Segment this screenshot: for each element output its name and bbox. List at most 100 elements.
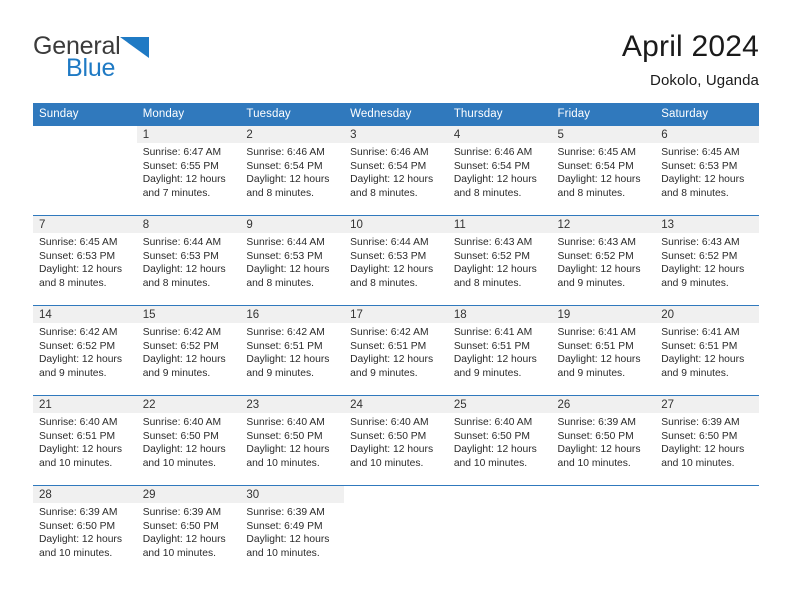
calendar-day-cell[interactable]: 12 Sunrise: 6:43 AM Sunset: 6:52 PM Dayligh… <box>551 215 656 306</box>
day-number: 4 <box>447 126 552 143</box>
weekday-header-saturday: Saturday <box>655 103 759 126</box>
day-details: Sunrise: 6:42 AM Sunset: 6:51 PM Daylight:… <box>240 323 344 380</box>
day-number: 5 <box>551 126 656 143</box>
sunrise-time: Sunrise: 6:47 AM <box>142 147 222 158</box>
day-details: Sunrise: 6:43 AM Sunset: 6:52 PM Daylight:… <box>655 233 759 290</box>
sunrise-time: Sunrise: 6:43 AM <box>557 237 636 248</box>
calendar-week-row: 7 Sunrise: 6:45 AM Sunset: 6:53 PM Daylight… <box>33 215 759 306</box>
calendar-week-row: 14 Sunrise: 6:42 AM Sunset: 6:52 PM Dayligh… <box>33 305 759 396</box>
sunset-time: Sunset: 6:54 PM <box>350 160 427 172</box>
sunrise-time: Sunrise: 6:39 AM <box>142 507 222 518</box>
calendar-day-cell[interactable]: 23 Sunrise: 6:40 AM Sunset: 6:50 PM Dayligh… <box>240 395 345 486</box>
calendar-day-cell-empty <box>551 485 656 576</box>
calendar-week-row: 1 Sunrise: 6:47 AM Sunset: 6:55 PM Daylight… <box>33 125 759 216</box>
sunrise-time: Sunrise: 6:40 AM <box>246 417 325 428</box>
calendar-day-cell[interactable]: 24 Sunrise: 6:40 AM Sunset: 6:50 PM Dayligh… <box>344 395 448 486</box>
sunrise-time: Sunrise: 6:39 AM <box>246 507 325 518</box>
calendar-day-cell[interactable]: 1 Sunrise: 6:47 AM Sunset: 6:55 PM Daylight… <box>136 125 241 216</box>
daylight-duration: Daylight: 12 hours and 8 minutes. <box>453 174 537 199</box>
calendar-day-cell[interactable]: 25 Sunrise: 6:40 AM Sunset: 6:50 PM Dayligh… <box>447 395 552 486</box>
day-number: 9 <box>240 216 345 233</box>
sunrise-time: Sunrise: 6:42 AM <box>350 327 429 338</box>
calendar-day-cell[interactable]: 5 Sunrise: 6:45 AM Sunset: 6:54 PM Daylight… <box>551 125 656 216</box>
page-title: April 2024 <box>621 30 759 63</box>
sunset-time: Sunset: 6:50 PM <box>39 520 116 532</box>
day-number <box>655 486 759 503</box>
day-details: Sunrise: 6:44 AM Sunset: 6:53 PM Daylight:… <box>240 233 344 290</box>
day-number <box>344 486 448 503</box>
calendar-day-cell[interactable]: 9 Sunrise: 6:44 AM Sunset: 6:53 PM Daylight… <box>240 215 345 306</box>
sunset-time: Sunset: 6:50 PM <box>453 430 530 442</box>
calendar-day-cell[interactable]: 19 Sunrise: 6:41 AM Sunset: 6:51 PM Dayligh… <box>551 305 656 396</box>
calendar-day-cell[interactable]: 17 Sunrise: 6:42 AM Sunset: 6:51 PM Dayligh… <box>344 305 448 396</box>
daylight-duration: Daylight: 12 hours and 10 minutes. <box>142 534 226 559</box>
sunrise-time: Sunrise: 6:39 AM <box>557 417 636 428</box>
daylight-duration: Daylight: 12 hours and 8 minutes. <box>453 264 537 289</box>
day-details: Sunrise: 6:46 AM Sunset: 6:54 PM Daylight:… <box>240 143 344 200</box>
day-number: 13 <box>655 216 759 233</box>
sunrise-time: Sunrise: 6:45 AM <box>661 147 740 158</box>
day-details: Sunrise: 6:39 AM Sunset: 6:50 PM Daylight:… <box>33 503 137 560</box>
daylight-duration: Daylight: 12 hours and 10 minutes. <box>350 444 434 469</box>
sunrise-time: Sunrise: 6:41 AM <box>661 327 740 338</box>
day-number: 28 <box>33 486 137 503</box>
daylight-duration: Daylight: 12 hours and 7 minutes. <box>142 174 226 199</box>
calendar-day-cell[interactable]: 10 Sunrise: 6:44 AM Sunset: 6:53 PM Dayligh… <box>344 215 448 306</box>
day-number: 15 <box>136 306 241 323</box>
sunset-time: Sunset: 6:50 PM <box>142 520 219 532</box>
sunrise-time: Sunrise: 6:40 AM <box>350 417 429 428</box>
calendar-day-cell[interactable]: 13 Sunrise: 6:43 AM Sunset: 6:52 PM Dayligh… <box>655 215 759 306</box>
calendar-day-cell[interactable]: 21 Sunrise: 6:40 AM Sunset: 6:51 PM Dayligh… <box>33 395 137 486</box>
calendar-day-cell[interactable]: 7 Sunrise: 6:45 AM Sunset: 6:53 PM Daylight… <box>33 215 137 306</box>
calendar-week-row: 21 Sunrise: 6:40 AM Sunset: 6:51 PM Dayligh… <box>33 395 759 486</box>
calendar-day-cell[interactable]: 22 Sunrise: 6:40 AM Sunset: 6:50 PM Dayligh… <box>136 395 241 486</box>
sunrise-time: Sunrise: 6:45 AM <box>39 237 118 248</box>
calendar-day-cell[interactable]: 15 Sunrise: 6:42 AM Sunset: 6:52 PM Dayligh… <box>136 305 241 396</box>
calendar-day-cell[interactable]: 16 Sunrise: 6:42 AM Sunset: 6:51 PM Dayligh… <box>240 305 345 396</box>
calendar-day-cell[interactable]: 18 Sunrise: 6:41 AM Sunset: 6:51 PM Dayligh… <box>447 305 552 396</box>
calendar-day-cell[interactable]: 20 Sunrise: 6:41 AM Sunset: 6:51 PM Dayligh… <box>655 305 759 396</box>
day-details: Sunrise: 6:39 AM Sunset: 6:50 PM Daylight:… <box>655 413 759 470</box>
sunset-time: Sunset: 6:54 PM <box>453 160 530 172</box>
day-details: Sunrise: 6:40 AM Sunset: 6:50 PM Daylight:… <box>240 413 344 470</box>
calendar-day-cell[interactable]: 8 Sunrise: 6:44 AM Sunset: 6:53 PM Daylight… <box>136 215 241 306</box>
calendar-day-cell[interactable]: 26 Sunrise: 6:39 AM Sunset: 6:50 PM Dayligh… <box>551 395 656 486</box>
calendar-day-cell[interactable]: 27 Sunrise: 6:39 AM Sunset: 6:50 PM Dayligh… <box>655 395 759 486</box>
day-number: 6 <box>655 126 759 143</box>
daylight-duration: Daylight: 12 hours and 8 minutes. <box>557 174 641 199</box>
day-number: 18 <box>447 306 552 323</box>
sunset-time: Sunset: 6:50 PM <box>246 430 323 442</box>
daylight-duration: Daylight: 12 hours and 9 minutes. <box>557 264 641 289</box>
sunset-time: Sunset: 6:53 PM <box>39 250 116 262</box>
page-subtitle: Dokolo, Uganda <box>650 71 759 89</box>
brand-logo[interactable]: General Blue <box>33 28 149 81</box>
day-details: Sunrise: 6:40 AM Sunset: 6:50 PM Daylight:… <box>448 413 552 470</box>
daylight-duration: Daylight: 12 hours and 8 minutes. <box>661 174 745 199</box>
sunset-time: Sunset: 6:51 PM <box>453 340 530 352</box>
calendar-day-cell[interactable]: 14 Sunrise: 6:42 AM Sunset: 6:52 PM Dayligh… <box>33 305 137 396</box>
day-number <box>551 486 656 503</box>
daylight-duration: Daylight: 12 hours and 9 minutes. <box>246 354 330 379</box>
day-details: Sunrise: 6:42 AM Sunset: 6:51 PM Daylight:… <box>344 323 448 380</box>
calendar-day-cell[interactable]: 4 Sunrise: 6:46 AM Sunset: 6:54 PM Daylight… <box>447 125 552 216</box>
calendar-day-cell[interactable]: 28 Sunrise: 6:39 AM Sunset: 6:50 PM Dayligh… <box>33 485 137 576</box>
day-details: Sunrise: 6:47 AM Sunset: 6:55 PM Daylight:… <box>137 143 241 200</box>
calendar-day-cell[interactable]: 11 Sunrise: 6:43 AM Sunset: 6:52 PM Dayligh… <box>447 215 552 306</box>
calendar-day-cell[interactable]: 6 Sunrise: 6:45 AM Sunset: 6:53 PM Daylight… <box>655 125 759 216</box>
sunset-time: Sunset: 6:50 PM <box>142 430 219 442</box>
calendar-day-cell-empty <box>33 125 137 216</box>
sunrise-time: Sunrise: 6:42 AM <box>142 327 222 338</box>
sunrise-time: Sunrise: 6:40 AM <box>142 417 222 428</box>
day-details: Sunrise: 6:43 AM Sunset: 6:52 PM Daylight:… <box>448 233 552 290</box>
day-number: 27 <box>655 396 759 413</box>
sunrise-time: Sunrise: 6:46 AM <box>350 147 429 158</box>
calendar-day-cell[interactable]: 30 Sunrise: 6:39 AM Sunset: 6:49 PM Dayligh… <box>240 485 345 576</box>
calendar-day-cell[interactable]: 2 Sunrise: 6:46 AM Sunset: 6:54 PM Daylight… <box>240 125 345 216</box>
sunrise-time: Sunrise: 6:46 AM <box>453 147 533 158</box>
calendar-day-cell[interactable]: 29 Sunrise: 6:39 AM Sunset: 6:50 PM Dayligh… <box>136 485 241 576</box>
calendar-day-cell[interactable]: 3 Sunrise: 6:46 AM Sunset: 6:54 PM Daylight… <box>344 125 448 216</box>
day-details: Sunrise: 6:44 AM Sunset: 6:53 PM Daylight:… <box>137 233 241 290</box>
calendar-day-cell-empty <box>655 485 759 576</box>
weekday-header-wednesday: Wednesday <box>344 103 448 126</box>
sunrise-time: Sunrise: 6:42 AM <box>246 327 325 338</box>
